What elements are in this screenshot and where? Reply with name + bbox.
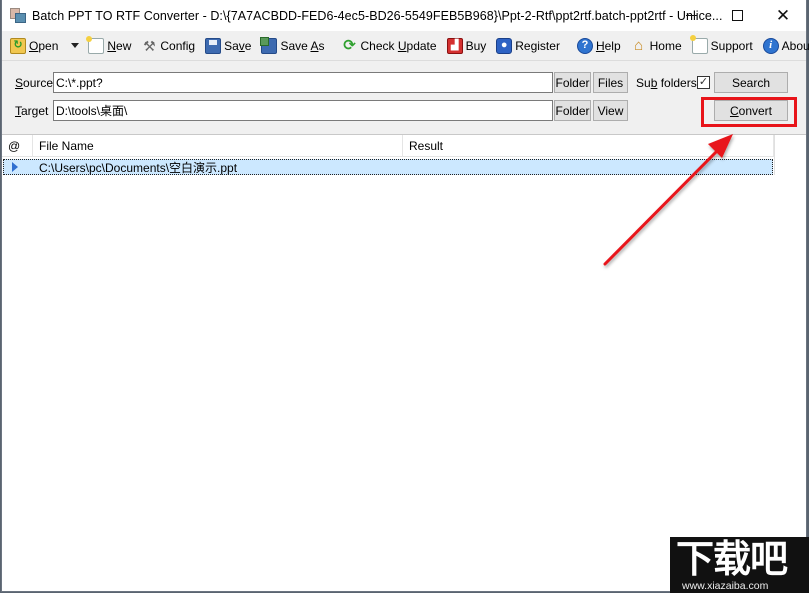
source-label: Source — [15, 76, 54, 90]
refresh-icon: ⟳ — [343, 37, 356, 54]
save-label: Save — [224, 38, 252, 53]
toolbar: ↻ Open New ⚒ Config Save Save As ⟳ Check… — [2, 31, 809, 61]
search-button[interactable]: Search — [714, 72, 788, 93]
row-selector-icon — [12, 162, 18, 172]
minimize-icon — [685, 15, 697, 16]
support-icon — [689, 34, 708, 54]
buy-button[interactable]: ▟ Buy — [444, 34, 490, 58]
options-panel: Source C:\*.ppt? Folder Files Sub folder… — [2, 62, 806, 132]
about-label: About — [781, 38, 809, 53]
config-label: Config — [160, 38, 196, 53]
support-label: Support — [710, 38, 753, 53]
open-label: Open — [29, 38, 59, 53]
convert-label: Convert — [729, 103, 773, 118]
target-label: Target — [15, 104, 49, 118]
maximize-icon — [731, 10, 743, 21]
minimize-button[interactable] — [668, 0, 714, 31]
app-icon — [10, 7, 26, 24]
info-icon: i — [762, 37, 779, 54]
save-button[interactable]: Save — [202, 34, 254, 58]
subfolders-checkbox[interactable]: ✓ — [697, 76, 710, 89]
buy-label: Buy — [465, 38, 487, 53]
watermark-url: www.xiazaiba.com — [682, 580, 769, 592]
save-as-button[interactable]: Save As — [258, 34, 327, 58]
register-button[interactable]: ● Register — [493, 34, 563, 58]
subfolders-label: Sub folders — [636, 76, 697, 90]
title-bar: Batch PPT TO RTF Converter - D:\{7A7ACBD… — [2, 0, 806, 31]
window-title: Batch PPT TO RTF Converter - D:\{7A7ACBD… — [32, 8, 723, 23]
file-grid: @ File Name Result C:\Users\pc\Documents… — [2, 134, 806, 591]
target-folder-button[interactable]: Folder — [554, 100, 591, 121]
source-input[interactable]: C:\*.ppt? — [53, 72, 553, 93]
row-file-name: C:\Users\pc\Documents\空白演示.ppt — [39, 160, 238, 175]
column-header-marker[interactable]: @ — [2, 135, 33, 157]
help-label: Help — [595, 38, 621, 53]
user-icon: ● — [496, 37, 513, 54]
table-row[interactable]: C:\Users\pc\Documents\空白演示.ppt — [3, 159, 773, 175]
new-button[interactable]: New — [85, 34, 134, 58]
source-folder-button[interactable]: Folder — [554, 72, 591, 93]
help-icon: ? — [576, 37, 593, 54]
about-button[interactable]: i About — [760, 34, 809, 58]
home-label: Home — [649, 38, 682, 53]
grid-header: @ File Name Result — [2, 135, 774, 157]
new-label: New — [107, 38, 132, 53]
open-dropdown-arrow-icon[interactable] — [71, 43, 80, 48]
target-input[interactable]: D:\tools\桌面\ — [53, 100, 553, 121]
new-document-icon — [86, 35, 105, 54]
convert-button[interactable]: Convert — [714, 100, 788, 121]
home-button[interactable]: ⌂ Home — [628, 34, 685, 58]
save-as-icon — [260, 36, 278, 54]
app-window: Batch PPT TO RTF Converter - D:\{7A7ACBD… — [1, 0, 809, 592]
check-update-label: Check Update — [360, 38, 437, 53]
save-as-label: Save As — [280, 38, 325, 53]
cart-icon: ▟ — [446, 37, 463, 54]
save-icon — [205, 37, 222, 54]
register-label: Register — [515, 38, 560, 53]
watermark-text: 下载吧 — [676, 537, 788, 581]
config-button[interactable]: ⚒ Config — [138, 34, 198, 58]
open-button[interactable]: ↻ Open — [7, 34, 61, 58]
help-button[interactable]: ? Help — [574, 34, 624, 58]
check-update-button[interactable]: ⟳ Check Update — [339, 34, 440, 58]
watermark-logo: 下载吧 www.xiazaiba.com — [670, 537, 809, 593]
maximize-button[interactable] — [714, 0, 760, 31]
column-header-result[interactable]: Result — [403, 135, 774, 157]
support-button[interactable]: Support — [689, 34, 756, 58]
open-folder-icon: ↻ — [10, 37, 26, 54]
window-controls: ✕ — [668, 0, 806, 31]
target-view-button[interactable]: View — [593, 100, 628, 121]
tools-icon: ⚒ — [143, 37, 156, 54]
column-header-file-name[interactable]: File Name — [33, 135, 403, 157]
source-files-button[interactable]: Files — [593, 72, 628, 93]
grid-right-border — [774, 135, 775, 175]
home-icon: ⌂ — [634, 37, 644, 54]
close-icon: ✕ — [775, 5, 791, 25]
close-button[interactable]: ✕ — [760, 0, 806, 31]
